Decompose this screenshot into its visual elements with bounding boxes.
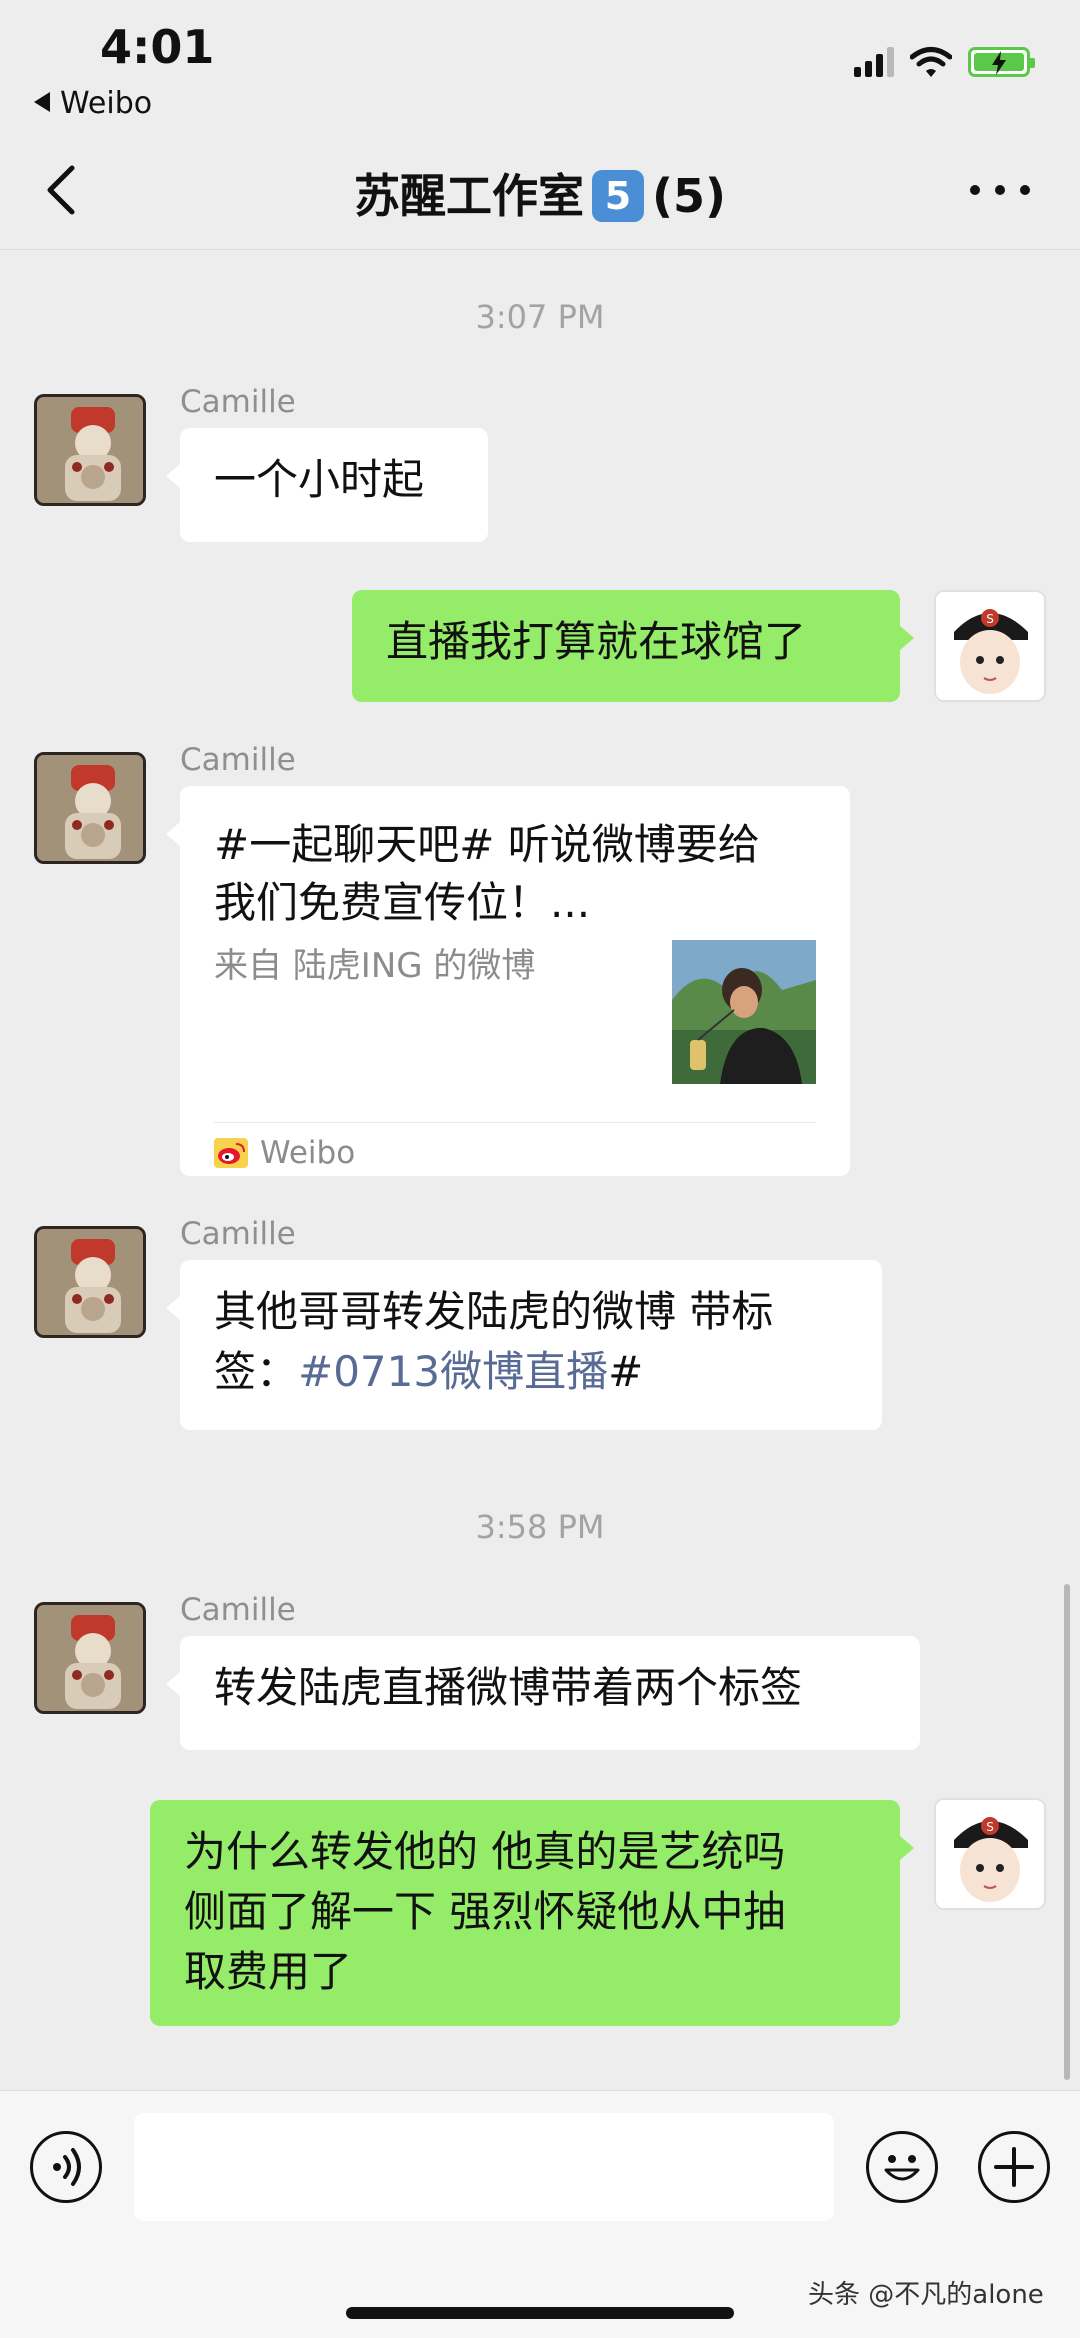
message-text: 取费用了 <box>184 1947 353 1996</box>
message-bubble-incoming[interactable]: 转发陆虎直播微博带着两个标签 <box>166 1636 920 1750</box>
home-indicator <box>346 2307 734 2319</box>
avatar-self[interactable]: S <box>934 590 1046 702</box>
message-text-line: 签：#0713微博直播# <box>214 1342 848 1402</box>
sender-name: Camille <box>180 384 296 420</box>
message-text: 其他哥哥转发陆虎的微博 带标 <box>214 1287 774 1336</box>
watermark: 头条 @不凡的alone <box>808 2280 1044 2310</box>
avatar-camille[interactable] <box>34 1226 146 1338</box>
signal-icon <box>854 47 894 77</box>
message-input[interactable] <box>134 2113 834 2221</box>
message-text: 签： <box>214 1347 299 1396</box>
share-title-line: 我们免费宣传位！... <box>214 878 591 927</box>
message-text: 侧面了解一下 强烈怀疑他从中抽 <box>184 1887 786 1936</box>
message-text: 转发陆虎直播微博带着两个标签 <box>214 1663 803 1712</box>
sender-name: Camille <box>180 742 296 778</box>
message-text: # <box>608 1347 644 1396</box>
svg-text:S: S <box>986 612 994 626</box>
share-source: 来自 陆虎ING 的微博 <box>214 946 536 986</box>
member-count: (5) <box>651 169 727 223</box>
avatar-camille[interactable] <box>34 394 146 506</box>
svg-text:S: S <box>986 1820 994 1834</box>
divider <box>214 1122 816 1123</box>
share-thumbnail-image <box>672 940 816 1084</box>
message-bubble-outgoing[interactable]: 直播我打算就在球馆了 <box>352 590 914 702</box>
wifi-icon <box>910 47 952 77</box>
emoji-icon[interactable] <box>866 2131 938 2203</box>
chat-title: 苏醒工作室 5 (5) <box>0 160 1080 226</box>
battery-icon <box>968 47 1035 77</box>
nav-bar: 苏醒工作室 5 (5) <box>0 130 1080 250</box>
avatar-self[interactable]: S <box>934 1798 1046 1910</box>
more-icon[interactable] <box>970 178 1030 202</box>
message-bubble-outgoing[interactable]: 为什么转发他的 他真的是艺统吗 侧面了解一下 强烈怀疑他从中抽 取费用了 <box>150 1800 914 2026</box>
hashtag-link[interactable]: #0713微博直播 <box>298 1347 608 1396</box>
keycap-badge: 5 <box>591 169 644 222</box>
share-app-label: Weibo <box>260 1135 356 1171</box>
avatar-camille[interactable] <box>34 752 146 864</box>
message-text: 为什么转发他的 他真的是艺统吗 <box>184 1827 786 1876</box>
back-app-label: Weibo <box>60 86 153 121</box>
message-text: 直播我打算就在球馆了 <box>386 617 807 666</box>
scrollbar[interactable] <box>1064 1584 1070 2080</box>
message-bubble-incoming[interactable]: 一个小时起 <box>166 428 488 542</box>
timestamp: 3:07 PM <box>475 298 605 336</box>
weibo-share-card[interactable]: #一起聊天吧# 听说微博要给 我们免费宣传位！... 来自 陆虎ING 的微博 … <box>166 786 850 1176</box>
status-time: 4:01 <box>100 20 215 74</box>
weibo-logo-icon <box>214 1138 248 1168</box>
back-triangle-icon <box>34 91 50 112</box>
sender-name: Camille <box>180 1216 296 1252</box>
status-icons <box>854 46 1035 78</box>
share-footer: Weibo <box>214 1130 355 1176</box>
share-title: #一起聊天吧# 听说微博要给 我们免费宣传位！... <box>214 816 814 932</box>
timestamp: 3:58 PM <box>475 1508 605 1546</box>
plus-icon[interactable] <box>978 2131 1050 2203</box>
message-text: 一个小时起 <box>214 455 425 504</box>
status-bar: 4:01 Weibo <box>0 0 1080 130</box>
chat-title-text: 苏醒工作室 <box>353 169 584 223</box>
share-title-line: #一起聊天吧# 听说微博要给 <box>214 820 760 869</box>
back-to-app-link[interactable]: Weibo <box>34 86 152 121</box>
avatar-camille[interactable] <box>34 1602 146 1714</box>
message-bubble-incoming[interactable]: 其他哥哥转发陆虎的微博 带标 签：#0713微博直播# <box>166 1260 882 1430</box>
sender-name: Camille <box>180 1592 296 1628</box>
voice-icon[interactable] <box>30 2131 102 2203</box>
